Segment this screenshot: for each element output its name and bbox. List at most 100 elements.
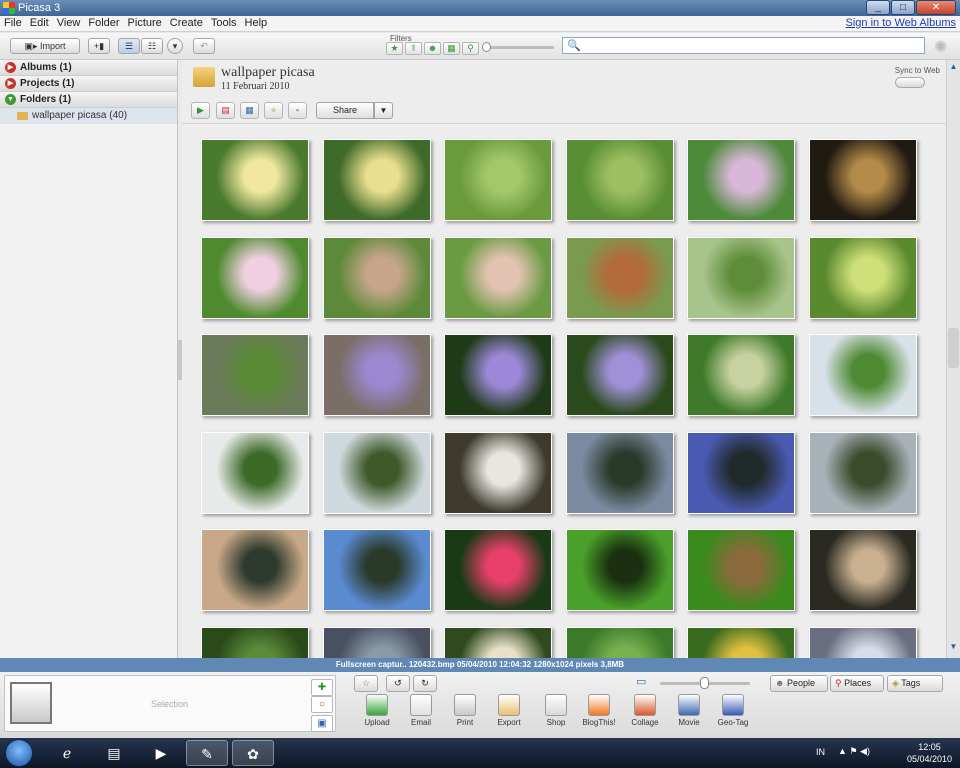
date-filter-slider[interactable] [482,42,554,52]
tree-view-button[interactable]: ☷ [141,38,163,54]
filter-geotag-button[interactable]: ⚲ [462,42,479,55]
photo-thumbnail[interactable] [322,139,431,221]
view-dropdown-button[interactable]: ▾ [167,38,183,54]
photo-thumbnail[interactable] [444,139,552,221]
search-field[interactable]: 🔍 [562,37,925,54]
close-button[interactable]: ✕ [916,0,956,15]
photo-thumbnail[interactable] [444,236,552,319]
add-to-album-button[interactable]: +▮ [88,38,110,54]
star-folder-button[interactable]: ★ [264,102,283,119]
back-button[interactable]: ↶ [193,38,215,54]
expand-arrow-icon[interactable]: ▶ [5,62,16,73]
photo-thumbnail[interactable] [687,431,795,514]
internet-explorer-icon[interactable]: ℯ [46,740,88,766]
photo-thumbnail[interactable] [444,626,552,658]
slider-knob[interactable] [700,677,709,689]
photo-thumbnail[interactable] [322,334,431,416]
list-view-button[interactable]: ☰ [118,38,140,54]
sidebar-section-projects[interactable]: ▶ Projects (1) [0,76,177,92]
slider-knob[interactable] [482,42,491,52]
print-button[interactable]: Print [445,694,485,727]
filter-movies-button[interactable]: ▦ [443,42,460,55]
movie-button[interactable]: Movie [669,694,709,727]
start-button[interactable] [5,739,33,767]
rotate-right-button[interactable]: ↻ [413,675,437,692]
add-to-album-button[interactable]: ▣ [311,715,333,732]
geo-tag-button[interactable]: Geo-Tag [713,694,753,727]
photo-thumbnail[interactable] [201,334,309,416]
menu-create[interactable]: Create [166,16,207,31]
export-button[interactable]: Export [489,694,529,727]
photo-thumbnail[interactable] [808,139,917,221]
menu-folder[interactable]: Folder [84,16,123,31]
rotate-left-button[interactable]: ↺ [386,675,410,692]
taskbar-app-icon[interactable]: ✎ [186,740,228,766]
photo-thumbnail[interactable] [565,139,674,221]
photo-thumbnail[interactable] [444,431,552,514]
collage-button[interactable]: Collage [625,694,665,727]
scroll-up-icon[interactable]: ▲ [948,62,959,74]
maximize-button[interactable]: □ [891,0,915,15]
show-hidden-icon[interactable]: ▲ [838,746,847,756]
upload-button[interactable]: Upload [357,694,397,727]
sidebar-folder-item[interactable]: wallpaper picasa (40) [0,108,177,124]
photo-thumbnail[interactable] [444,334,552,416]
photo-thumbnail[interactable] [201,626,309,658]
photo-thumbnail[interactable] [687,626,795,658]
clear-selection-button[interactable]: ○ [311,696,333,713]
photo-thumbnail[interactable] [808,431,917,514]
photo-thumbnail[interactable] [808,236,917,319]
photo-thumbnail[interactable] [322,236,431,319]
scroll-down-icon[interactable]: ▼ [948,642,959,654]
search-input[interactable] [583,39,919,52]
photo-thumbnail[interactable] [201,431,309,514]
photo-thumbnail[interactable] [322,431,431,514]
photo-thumbnail[interactable] [565,626,674,658]
edit-description-button[interactable]: ▤ [216,102,235,119]
photo-thumbnail[interactable] [687,139,795,221]
language-indicator[interactable]: IN [816,747,825,757]
tray-icons[interactable]: ▲ ⚑ ◀) [838,746,870,757]
places-button[interactable]: ⚲ Places [830,675,884,692]
menu-edit[interactable]: Edit [26,16,53,31]
filter-uploaded-button[interactable]: ⬆ [405,42,422,55]
share-button[interactable]: Share [316,102,374,119]
blogthis-button[interactable]: BlogThis! [579,694,619,727]
collage-button[interactable]: ▦ [240,102,259,119]
tags-button[interactable]: ◈ Tags [887,675,943,692]
photo-thumbnail[interactable] [565,431,674,514]
minimize-button[interactable]: _ [866,0,890,15]
photo-thumbnail[interactable] [444,529,552,611]
menu-file[interactable]: File [0,16,26,31]
file-explorer-icon[interactable]: ▤ [93,740,135,766]
sync-toggle[interactable] [894,77,925,88]
hold-selection-button[interactable]: ✚ [311,679,333,696]
menu-help[interactable]: Help [241,16,272,31]
picasa-taskbar-icon[interactable]: ✿ [232,740,274,766]
sign-in-link[interactable]: Sign in to Web Albums [846,16,956,31]
volume-icon[interactable]: ◀) [860,746,870,756]
slideshow-button[interactable]: ▶ [191,102,210,119]
sidebar-section-albums[interactable]: ▶ Albums (1) [0,60,177,76]
photo-thumbnail[interactable] [808,626,917,658]
filter-faces-button[interactable]: ☻ [424,42,441,55]
scroll-thumb[interactable] [948,328,959,368]
star-button[interactable]: ☆ [354,675,378,692]
email-button[interactable]: Email [401,694,441,727]
vertical-scrollbar[interactable]: ▲ ▼ [946,60,960,658]
photo-thumbnail[interactable] [687,236,795,319]
photo-thumbnail[interactable] [322,626,431,658]
photo-thumbnail[interactable] [687,334,795,416]
expand-arrow-icon[interactable]: ▶ [5,78,16,89]
people-button[interactable]: ☻ People [770,675,828,692]
shop-button[interactable]: Shop [536,694,576,727]
collapse-arrow-icon[interactable]: ▼ [5,94,16,105]
photo-thumbnail[interactable] [201,139,309,221]
photo-thumbnail[interactable] [565,334,674,416]
clock[interactable]: 12:05 05/04/2010 [907,741,952,765]
photo-thumbnail[interactable] [808,529,917,611]
media-player-icon[interactable]: ▶ [140,740,182,766]
menu-picture[interactable]: Picture [124,16,166,31]
import-button[interactable]: ▣▸ Import [10,38,80,54]
thumbnail-size-slider[interactable] [660,677,750,689]
